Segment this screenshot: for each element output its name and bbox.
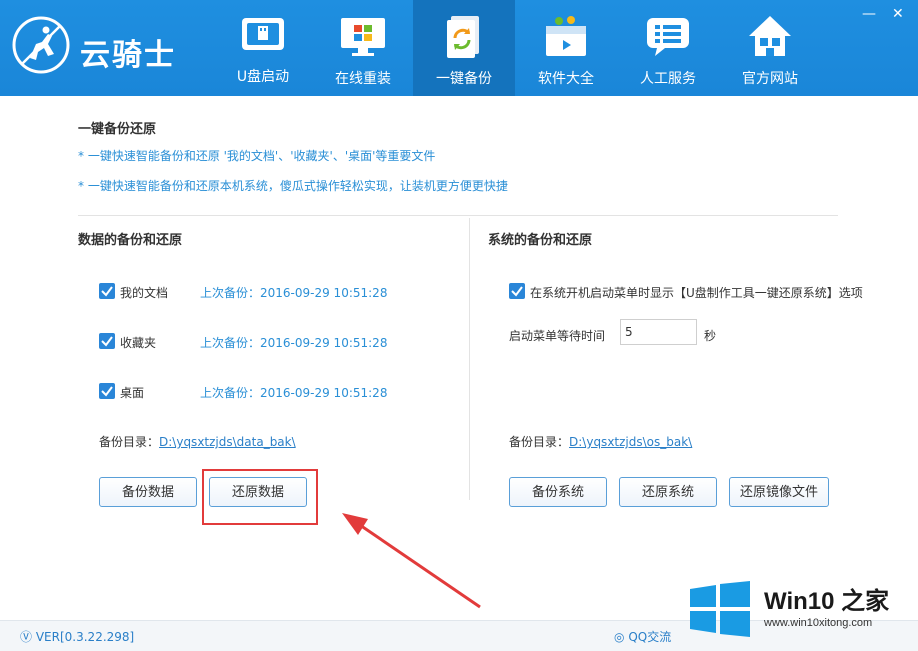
- home-icon: [749, 16, 791, 56]
- qq-label: QQ交流: [628, 630, 672, 644]
- item-label: 桌面: [120, 386, 145, 400]
- divider: [78, 215, 838, 216]
- app-name: 云骑士: [80, 38, 176, 73]
- os-dir-link[interactable]: D:\yqsxtzjds\os_bak\: [569, 435, 692, 449]
- monitor-windows-icon: [341, 18, 385, 56]
- close-button[interactable]: ✕: [892, 6, 904, 22]
- checkmark-icon: [101, 286, 113, 297]
- last-backup-time: 上次备份：2016-09-29 10:51:28: [200, 336, 388, 350]
- nav-label: U盘启动: [236, 69, 290, 85]
- nav-label: 一键备份: [436, 71, 492, 87]
- column-divider: [469, 218, 470, 500]
- item-label: 我的文档: [120, 286, 169, 300]
- intro-tip-1: * 一键快速智能备份和还原 '我的文档'、'收藏夹'、'桌面'等重要文件: [78, 149, 436, 163]
- checkbox-boot-menu[interactable]: [509, 283, 525, 299]
- boot-menu-option-label: 在系统开机启动菜单时显示【U盘制作工具一键还原系统】选项: [530, 286, 863, 300]
- version-text: VER[0.3.22.298]: [35, 630, 135, 644]
- highlight-box: [202, 469, 318, 525]
- backup-system-button[interactable]: 备份系统: [509, 477, 607, 507]
- nav-website[interactable]: 官方网站: [719, 0, 821, 96]
- checkmark-icon: [511, 286, 523, 297]
- backup-sync-icon: [447, 16, 479, 58]
- app-logo: 云骑士: [8, 12, 208, 82]
- version-info: Ⓥ VER[0.3.22.298]: [20, 628, 134, 645]
- wait-time-input[interactable]: 5: [620, 319, 697, 345]
- data-backup-title: 数据的备份和还原: [78, 233, 183, 248]
- system-backup-dir: 备份目录：D:\yqsxtzjds\os_bak\: [509, 433, 692, 450]
- last-backup-time: 上次备份：2016-09-29 10:51:28: [200, 286, 388, 300]
- app-header: 云骑士 U盘启动 在线重装 一键备份 软件大全 人工服务 官方网站 — ✕: [0, 0, 918, 96]
- wait-time-label: 启动菜单等待时间: [509, 329, 606, 343]
- restore-image-button[interactable]: 还原镜像文件: [729, 477, 829, 507]
- watermark: Win10 之家 www.win10xitong.com: [684, 575, 914, 645]
- software-box-icon: [546, 16, 586, 56]
- nav-label: 官方网站: [742, 71, 798, 87]
- dir-label: 备份目录：: [509, 435, 570, 449]
- chat-service-icon: [647, 18, 689, 56]
- annotation-arrow-icon: [342, 513, 481, 609]
- nav-service[interactable]: 人工服务: [617, 0, 719, 96]
- wait-time-unit: 秒: [704, 329, 717, 343]
- minimize-button[interactable]: —: [862, 6, 876, 22]
- backup-data-button[interactable]: 备份数据: [99, 477, 197, 507]
- data-dir-link[interactable]: D:\yqsxtzjds\data_bak\: [159, 435, 296, 449]
- nav-one-key-backup[interactable]: 一键备份: [413, 0, 515, 96]
- checkbox-favorites[interactable]: [99, 333, 115, 349]
- restore-system-button[interactable]: 还原系统: [619, 477, 717, 507]
- last-backup-time: 上次备份：2016-09-29 10:51:28: [200, 386, 388, 400]
- watermark-title: Win10 之家: [764, 588, 890, 615]
- intro-tip-2: * 一键快速智能备份和还原本机系统，傻瓜式操作轻松实现，让装机更方便更快捷: [78, 179, 508, 193]
- qq-icon: ◎: [614, 630, 625, 644]
- nav-usb-boot[interactable]: U盘启动: [212, 0, 314, 96]
- windows-logo-icon: [690, 581, 750, 637]
- nav-online-reinstall[interactable]: 在线重装: [312, 0, 414, 96]
- nav-software[interactable]: 软件大全: [515, 0, 617, 96]
- checkbox-desktop[interactable]: [99, 383, 115, 399]
- nav-label: 人工服务: [640, 71, 696, 87]
- usb-drive-icon: [242, 18, 284, 50]
- intro-title: 一键备份还原: [78, 122, 157, 137]
- nav-label: 在线重装: [335, 71, 391, 87]
- version-icon: Ⓥ: [20, 630, 33, 644]
- dir-label: 备份目录：: [99, 435, 160, 449]
- system-backup-title: 系统的备份和还原: [488, 233, 593, 248]
- qq-chat-link[interactable]: ◎ QQ交流: [614, 628, 671, 645]
- knight-logo-icon: [12, 16, 70, 74]
- checkbox-documents[interactable]: [99, 283, 115, 299]
- watermark-url: www.win10xitong.com: [764, 617, 873, 629]
- checkmark-icon: [101, 336, 113, 347]
- nav-label: 软件大全: [538, 71, 594, 87]
- checkmark-icon: [101, 386, 113, 397]
- item-label: 收藏夹: [120, 336, 157, 350]
- data-backup-dir: 备份目录：D:\yqsxtzjds\data_bak\: [99, 433, 296, 450]
